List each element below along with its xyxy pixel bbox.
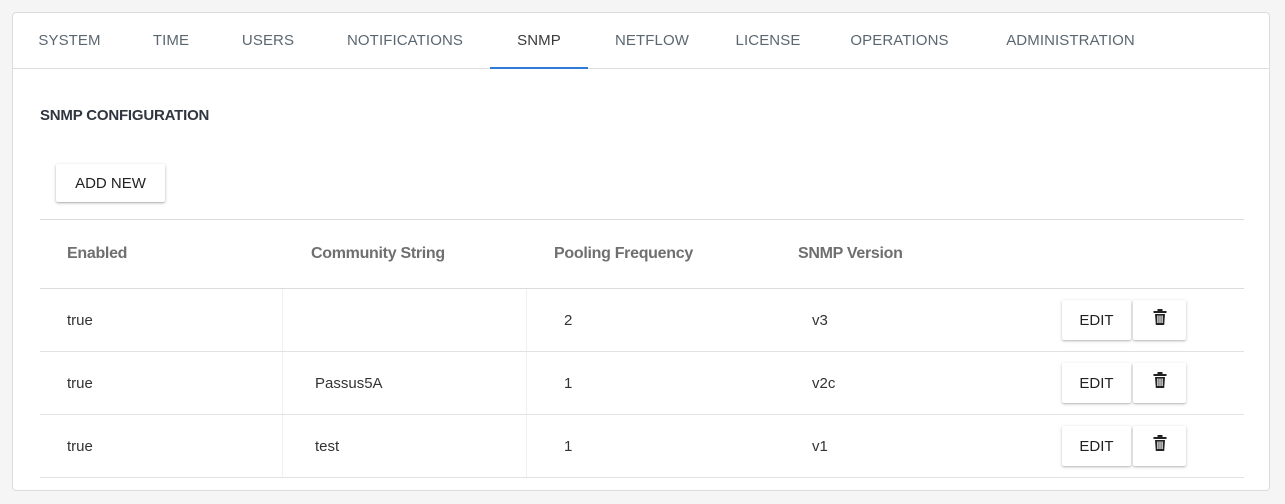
delete-button[interactable] [1133, 426, 1186, 466]
cell-enabled: true [67, 311, 93, 329]
cell-community-string: Passus5A [315, 374, 383, 392]
snmp-table: Enabled Community String Pooling Frequen… [40, 219, 1244, 478]
cell-snmp-version: v3 [812, 311, 828, 329]
column-header-community-string[interactable]: Community String [311, 245, 445, 263]
delete-button[interactable] [1133, 363, 1186, 403]
cell-enabled: true [67, 437, 93, 455]
cell-pooling-frequency: 2 [564, 311, 573, 329]
cell-snmp-version: v2c [812, 374, 836, 392]
table-row: true test 1 v1 EDIT [40, 415, 1244, 478]
tab-system[interactable]: SYSTEM [13, 13, 126, 68]
delete-button[interactable] [1133, 300, 1186, 340]
tab-license[interactable]: LICENSE [716, 13, 820, 68]
column-header-snmp-version[interactable]: SNMP Version [798, 245, 903, 263]
add-new-button[interactable]: ADD NEW [56, 164, 165, 202]
edit-button[interactable]: EDIT [1062, 300, 1131, 340]
section-title: SNMP CONFIGURATION [40, 107, 210, 124]
table-header: Enabled Community String Pooling Frequen… [40, 220, 1244, 289]
cell-snmp-version: v1 [812, 437, 828, 455]
table-row: true 2 v3 EDIT [40, 289, 1244, 352]
column-header-enabled[interactable]: Enabled [67, 245, 127, 263]
tab-netflow[interactable]: NETFLOW [588, 13, 716, 68]
cell-enabled: true [67, 374, 93, 392]
trash-icon [1153, 372, 1166, 388]
tab-administration[interactable]: ADMINISTRATION [979, 13, 1162, 68]
tab-bar: SYSTEM TIME USERS NOTIFICATIONS SNMP NET… [13, 13, 1269, 69]
column-header-pooling-frequency[interactable]: Pooling Frequency [554, 245, 693, 263]
cell-pooling-frequency: 1 [564, 437, 573, 455]
trash-icon [1153, 435, 1166, 451]
tab-time[interactable]: TIME [126, 13, 216, 68]
settings-card: SYSTEM TIME USERS NOTIFICATIONS SNMP NET… [12, 12, 1270, 491]
tab-users[interactable]: USERS [216, 13, 320, 68]
cell-community-string: test [315, 437, 340, 455]
table-row: true Passus5A 1 v2c EDIT [40, 352, 1244, 415]
trash-icon [1153, 309, 1166, 325]
edit-button[interactable]: EDIT [1062, 363, 1131, 403]
tab-operations[interactable]: OPERATIONS [820, 13, 979, 68]
tab-snmp[interactable]: SNMP [490, 13, 588, 69]
cell-pooling-frequency: 1 [564, 374, 573, 392]
tab-notifications[interactable]: NOTIFICATIONS [320, 13, 490, 68]
edit-button[interactable]: EDIT [1062, 426, 1131, 466]
